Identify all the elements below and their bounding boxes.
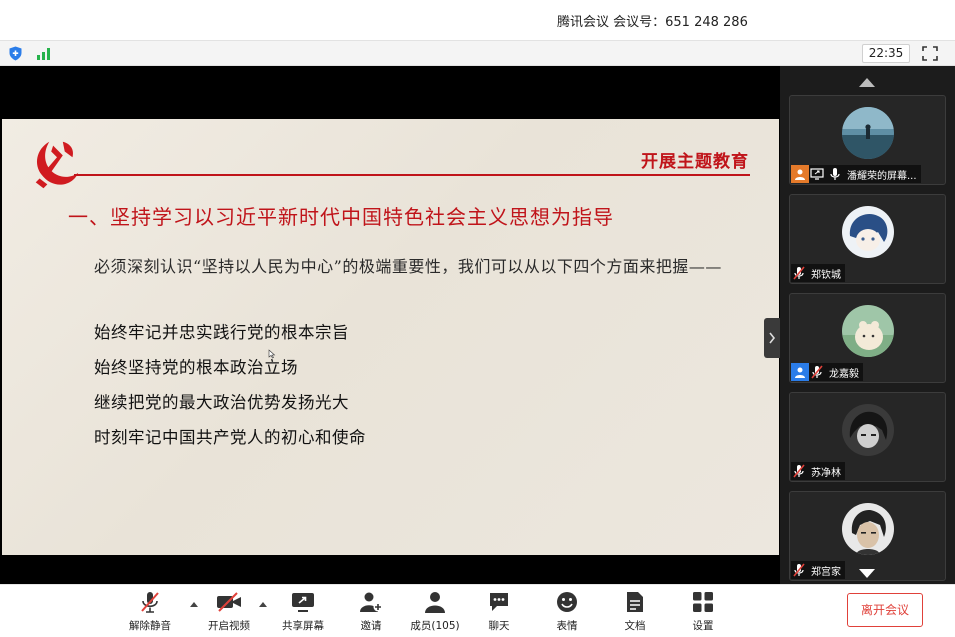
document-icon	[622, 591, 648, 613]
audio-options-caret-icon[interactable]	[190, 601, 198, 607]
avatar	[842, 404, 894, 456]
share-screen-icon	[290, 591, 316, 613]
slide-divider	[74, 174, 750, 176]
members-label: 成员(105)	[410, 620, 460, 632]
invite-label: 邀请	[360, 620, 382, 632]
invite-person-icon	[358, 591, 384, 613]
members-icon	[422, 591, 448, 613]
avatar	[842, 305, 894, 357]
meeting-window: 腾讯会议 会议号：651 248 286 22:35 开展主题教育 一、坚持学习…	[0, 0, 955, 637]
screen-share-icon	[809, 166, 825, 182]
meeting-toolbar: 解除静音 开启视频 共享屏幕 邀请 成员(105) 聊天 表情 文档 设置 离开…	[0, 584, 955, 637]
leave-meeting-button[interactable]: 离开会议	[847, 593, 923, 627]
settings-grid-icon	[690, 591, 716, 613]
participant-tile[interactable]: 郑钦城	[789, 194, 946, 284]
participant-name: 郑钦城	[811, 269, 841, 281]
participant-name: 潘耀荣的屏幕...	[847, 170, 917, 182]
avatar	[842, 503, 894, 555]
meeting-clock: 22:35	[862, 44, 910, 63]
microphone-icon	[827, 166, 843, 182]
documents-label: 文档	[624, 620, 646, 632]
start-video-label: 开启视频	[208, 620, 250, 632]
reactions-button[interactable]: 表情	[546, 591, 588, 635]
participant-namebar: 郑宫家	[791, 561, 845, 579]
participant-namebar: 龙嘉毅	[791, 363, 863, 381]
chat-label: 聊天	[488, 620, 510, 632]
video-options-caret-icon[interactable]	[259, 601, 267, 607]
participant-namebar: 潘耀荣的屏幕...	[791, 165, 921, 183]
settings-button[interactable]: 设置	[682, 591, 724, 635]
party-emblem-icon	[35, 141, 79, 189]
settings-label: 设置	[692, 620, 714, 632]
share-screen-button[interactable]: 共享屏幕	[279, 591, 327, 635]
participant-tile[interactable]: 苏净林	[789, 392, 946, 482]
slide-intro-text: 必须深刻认识“坚持以人民为中心”的极端重要性，我们可以从以下四个方面来把握——	[94, 257, 722, 276]
status-bar: 22:35	[0, 40, 955, 66]
fullscreen-icon[interactable]	[922, 46, 938, 61]
share-screen-label: 共享屏幕	[282, 620, 324, 632]
security-shield-icon[interactable]	[8, 46, 23, 61]
microphone-muted-icon	[137, 591, 163, 613]
scroll-up-icon[interactable]	[858, 76, 876, 88]
members-button[interactable]: 成员(105)	[406, 591, 464, 635]
unmute-label: 解除静音	[129, 620, 171, 632]
host-person-icon	[791, 165, 809, 183]
unmute-button[interactable]: 解除静音	[126, 591, 174, 635]
smiley-icon	[554, 591, 580, 613]
invite-button[interactable]: 邀请	[350, 591, 392, 635]
chat-button[interactable]: 聊天	[478, 591, 520, 635]
participant-name: 龙嘉毅	[829, 368, 859, 380]
reactions-label: 表情	[556, 620, 578, 632]
microphone-muted-icon	[791, 562, 807, 578]
participant-namebar: 苏净林	[791, 462, 845, 480]
microphone-muted-icon	[809, 364, 825, 380]
presentation-slide: 开展主题教育 一、坚持学习以习近平新时代中国特色社会主义思想为指导 必须深刻认识…	[2, 119, 779, 555]
scroll-down-icon[interactable]	[858, 568, 876, 580]
meeting-title: 腾讯会议 会议号：651 248 286	[557, 15, 748, 30]
avatar	[842, 206, 894, 258]
network-signal-icon[interactable]	[36, 47, 52, 60]
start-video-button[interactable]: 开启视频	[205, 591, 253, 635]
microphone-muted-icon	[791, 463, 807, 479]
mouse-cursor-icon	[268, 349, 276, 359]
chat-bubble-icon	[486, 591, 512, 613]
participant-name: 苏净林	[811, 467, 841, 479]
collapse-panel-button[interactable]	[764, 318, 780, 358]
chevron-right-icon	[769, 332, 776, 344]
title-bar: 腾讯会议 会议号：651 248 286	[0, 0, 955, 40]
video-off-icon	[216, 591, 242, 613]
participant-tile[interactable]: 潘耀荣的屏幕...	[789, 95, 946, 185]
documents-button[interactable]: 文档	[614, 591, 656, 635]
participant-video-panel: 潘耀荣的屏幕... 郑钦城 龙嘉毅 苏净林 郑宫家	[780, 66, 955, 584]
slide-point: 时刻牢记中国共产党人的初心和使命	[94, 428, 366, 447]
shared-screen: 开展主题教育 一、坚持学习以习近平新时代中国特色社会主义思想为指导 必须深刻认识…	[0, 66, 780, 584]
avatar	[842, 107, 894, 159]
slide-point: 继续把党的最大政治优势发扬光大	[94, 393, 349, 412]
participant-name: 郑宫家	[811, 566, 841, 578]
slide-header: 开展主题教育	[641, 152, 749, 172]
slide-point: 始终牢记并忠实践行党的根本宗旨	[94, 323, 349, 342]
cohost-person-icon	[791, 363, 809, 381]
participant-tile[interactable]: 龙嘉毅	[789, 293, 946, 383]
microphone-muted-icon	[791, 265, 807, 281]
slide-heading: 一、坚持学习以习近平新时代中国特色社会主义思想为指导	[68, 205, 614, 229]
participant-namebar: 郑钦城	[791, 264, 845, 282]
